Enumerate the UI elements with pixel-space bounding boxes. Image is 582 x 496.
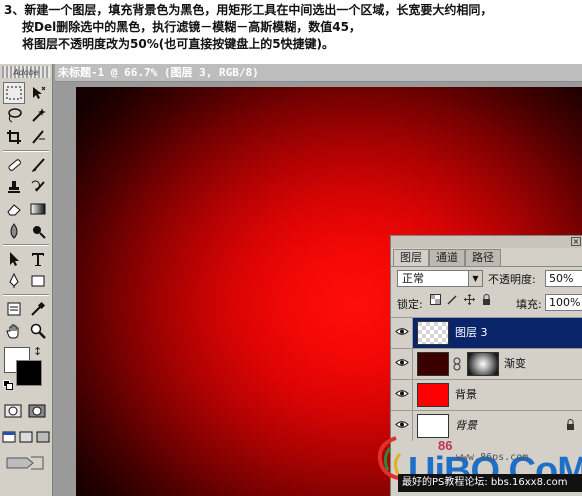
blur-tool-icon[interactable] <box>3 220 25 242</box>
layer-row[interactable]: 渐变 <box>391 348 582 379</box>
brush-tool-icon[interactable] <box>27 154 49 176</box>
magic-wand-icon[interactable] <box>27 104 49 126</box>
history-brush-icon[interactable] <box>27 176 49 198</box>
clone-stamp-icon[interactable] <box>3 176 25 198</box>
healing-brush-icon[interactable] <box>3 154 25 176</box>
layer-row[interactable]: 背景 <box>391 379 582 410</box>
standard-mode-icon[interactable] <box>2 400 24 422</box>
jump-to-imageready-icon[interactable] <box>3 452 47 474</box>
instruction-text: 3、新建一个图层，填充背景色为黑色，用矩形工具在中间选出一个区域，长宽要大约相同… <box>4 2 578 64</box>
toolbox-separator <box>3 294 49 296</box>
instruction-line-1: 3、新建一个图层，填充背景色为黑色，用矩形工具在中间选出一个区域，长宽要大约相同… <box>4 3 493 17</box>
layer-row[interactable]: 背景 <box>391 410 582 441</box>
layer-mask-thumbnail[interactable] <box>467 352 499 376</box>
pen-tool-icon[interactable] <box>3 270 25 292</box>
crop-tool-icon[interactable] <box>3 126 25 148</box>
gradient-tool-icon[interactable] <box>27 198 49 220</box>
lock-pixels-icon[interactable] <box>446 294 459 308</box>
lock-transparency-icon[interactable] <box>429 294 442 308</box>
toolbox: Adobe ↕ <box>0 64 53 496</box>
tabs-divider <box>391 266 582 267</box>
slice-tool-icon[interactable] <box>27 126 49 148</box>
layer-name[interactable]: 图层 3 <box>455 318 488 348</box>
instruction-line-2: 按Del删除选中的黑色，执行滤镜－模糊－高斯模糊，数值45， <box>22 20 361 34</box>
tab-layers[interactable]: 图层 <box>393 249 429 266</box>
toolbox-separator <box>3 244 49 246</box>
lock-position-icon[interactable] <box>463 294 476 308</box>
lock-label: 锁定: <box>397 298 423 311</box>
layer-thumbnail <box>417 321 449 345</box>
layers-panel-header[interactable]: × <box>391 236 582 248</box>
chevron-down-icon[interactable]: ▼ <box>468 271 482 286</box>
lock-options <box>429 294 493 308</box>
close-icon[interactable]: × <box>571 237 581 246</box>
screen-mode-full-icon[interactable] <box>34 426 51 448</box>
blend-mode-value: 正常 <box>402 272 424 285</box>
background-color-swatch[interactable] <box>16 360 42 386</box>
layer-thumbnail <box>417 414 449 438</box>
lasso-tool-icon[interactable] <box>3 104 25 126</box>
layers-panel-tabs: 图层 通道 路径 <box>393 249 501 266</box>
tab-channels[interactable]: 通道 <box>429 249 465 266</box>
notes-tool-icon[interactable] <box>3 298 25 320</box>
layer-thumbnail <box>417 383 449 407</box>
chain-link-icon[interactable] <box>453 357 461 374</box>
blend-mode-select[interactable]: 正常 ▼ <box>397 270 483 287</box>
watermark-banner: 最好的PS教程论坛: bbs.16xx8.com <box>398 474 582 492</box>
toolbox-separator <box>3 150 49 152</box>
opacity-field[interactable]: 50% <box>545 270 582 287</box>
hand-tool-icon[interactable] <box>3 320 25 342</box>
screen-mode-menubar-icon[interactable] <box>17 426 34 448</box>
lock-all-icon[interactable] <box>480 294 493 308</box>
eyedropper-icon[interactable] <box>27 298 49 320</box>
eye-icon[interactable] <box>391 318 413 348</box>
layer-name[interactable]: 渐变 <box>504 349 526 379</box>
eye-icon[interactable] <box>391 349 413 379</box>
layer-row[interactable]: 图层 3 <box>391 317 582 348</box>
screen-mode-standard-icon[interactable] <box>0 426 17 448</box>
tab-paths[interactable]: 路径 <box>465 249 501 266</box>
document-title[interactable]: 未标题-1 @ 66.7% (图层 3, RGB/8) <box>55 64 582 82</box>
default-colors-icon-b <box>6 383 13 390</box>
layer-thumbnail <box>417 352 449 376</box>
opacity-label: 不透明度: <box>488 273 536 286</box>
move-tool-icon[interactable] <box>27 82 49 104</box>
rectangle-tool-icon[interactable] <box>27 270 49 292</box>
swap-colors-icon[interactable]: ↕ <box>33 345 42 358</box>
adobe-logo: Adobe <box>13 68 39 77</box>
fill-field[interactable]: 100% <box>545 294 582 311</box>
watermark-url: www.86ps.com <box>456 452 529 463</box>
dodge-tool-icon[interactable] <box>27 220 49 242</box>
quick-mask-icon[interactable] <box>26 400 48 422</box>
lock-icon <box>566 419 575 433</box>
layer-name[interactable]: 背景 <box>455 411 477 441</box>
eye-icon[interactable] <box>391 380 413 410</box>
path-selection-icon[interactable] <box>3 248 25 270</box>
layer-name[interactable]: 背景 <box>455 380 477 410</box>
marquee-tool-icon[interactable] <box>3 82 25 104</box>
fill-label: 填充: <box>516 298 542 311</box>
type-tool-icon[interactable] <box>27 248 49 270</box>
canvas-margin-left <box>55 82 76 496</box>
zoom-tool-icon[interactable] <box>27 320 49 342</box>
instruction-line-3: 将图层不透明度改为50%(也可直接按键盘上的5快捷键)。 <box>22 37 335 51</box>
eraser-tool-icon[interactable] <box>3 198 25 220</box>
